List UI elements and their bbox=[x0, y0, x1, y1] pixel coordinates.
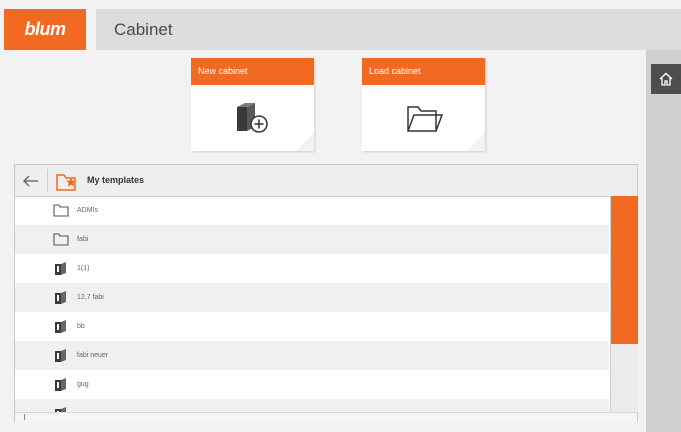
list-item-label: bb bbox=[77, 323, 85, 330]
title-bar: Cabinet bbox=[96, 9, 681, 50]
cabinet-icon bbox=[55, 291, 66, 304]
list-item[interactable]: 1(1) bbox=[15, 254, 609, 283]
list-item[interactable]: fabi neuer bbox=[15, 341, 609, 370]
list-item-label: 1(1) bbox=[77, 265, 90, 272]
list-item[interactable]: ADMIs bbox=[15, 196, 609, 225]
folder-icon bbox=[53, 233, 69, 246]
load-cabinet-label: Load cabinet bbox=[362, 58, 485, 85]
blum-logo: blum bbox=[4, 9, 86, 50]
list-item[interactable]: gug bbox=[15, 370, 609, 399]
list-item-label: fabi bbox=[77, 236, 89, 243]
home-button[interactable] bbox=[651, 64, 681, 94]
cabinet-icon bbox=[55, 378, 66, 391]
tile-corner-fold bbox=[296, 133, 314, 151]
templates-header: My templates bbox=[15, 165, 637, 197]
list-item[interactable]: ... bbox=[15, 399, 609, 412]
horizontal-scrollbar[interactable] bbox=[15, 412, 637, 422]
scrollbar-thumb[interactable] bbox=[611, 196, 638, 344]
load-cabinet-tile[interactable]: Load cabinet bbox=[362, 58, 485, 151]
list-item-label: 12,7 fabi bbox=[77, 294, 104, 301]
horizontal-scroll-marker bbox=[24, 414, 25, 420]
list-item-label: ADMIs bbox=[77, 207, 98, 214]
templates-folder-icon bbox=[56, 174, 76, 191]
list-item[interactable]: bb bbox=[15, 312, 609, 341]
folder-icon bbox=[53, 204, 69, 217]
back-arrow-icon[interactable] bbox=[21, 171, 41, 191]
templates-panel: My templates ADMIs fabi 1(1) 12,7 fabi b… bbox=[14, 164, 638, 422]
cabinet-icon bbox=[55, 349, 66, 362]
header-divider bbox=[47, 169, 48, 192]
new-cabinet-tile[interactable]: New cabinet bbox=[191, 58, 314, 151]
cabinet-icon bbox=[55, 320, 66, 333]
home-icon bbox=[659, 72, 673, 86]
list-item-label: gug bbox=[77, 381, 89, 388]
page-title: Cabinet bbox=[114, 20, 173, 39]
list-item-label: ... bbox=[77, 399, 83, 412]
vertical-scrollbar[interactable] bbox=[610, 196, 638, 412]
right-side-panel bbox=[646, 50, 681, 432]
templates-list: ADMIs fabi 1(1) 12,7 fabi bb fabi neuer … bbox=[15, 196, 609, 412]
templates-title: My templates bbox=[87, 175, 145, 185]
list-item-label: fabi neuer bbox=[77, 352, 109, 359]
list-item[interactable]: 12,7 fabi bbox=[15, 283, 609, 312]
logo-text: blum bbox=[24, 19, 67, 39]
cabinet-icon bbox=[55, 262, 66, 275]
tile-corner-fold bbox=[467, 133, 485, 151]
new-cabinet-label: New cabinet bbox=[191, 58, 314, 85]
list-item[interactable]: fabi bbox=[15, 225, 609, 254]
